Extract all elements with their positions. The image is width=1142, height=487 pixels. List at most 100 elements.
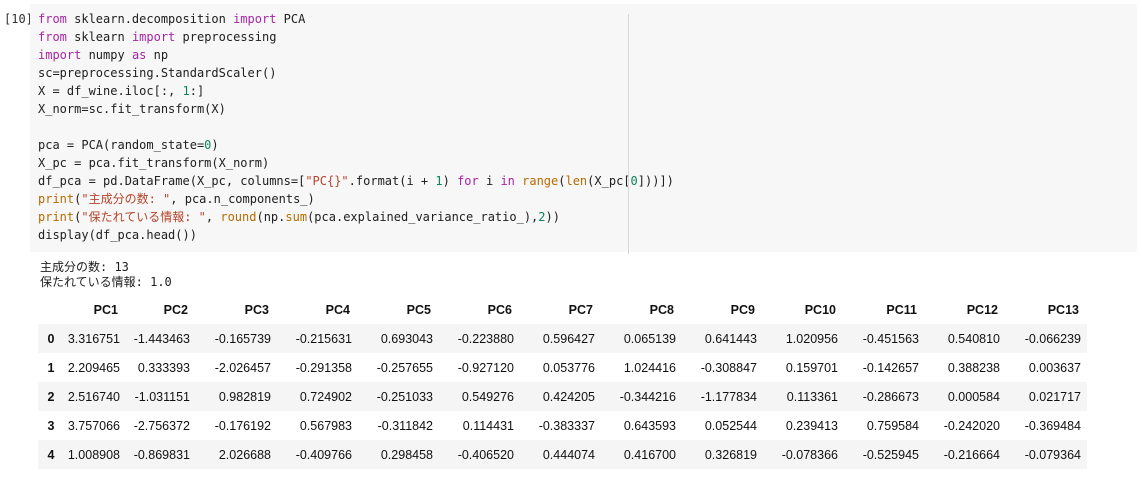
code-token: .format(i + xyxy=(348,174,436,188)
output-line: 主成分の数: 13 xyxy=(40,260,129,274)
code-line: pca = PCA(random_state=0) xyxy=(38,136,674,154)
table-cell: -0.251033 xyxy=(376,389,433,404)
table-cell: 0.333393 xyxy=(137,360,190,375)
code-token: "主成分の数: " xyxy=(81,192,171,206)
table-cell: 2.209465 xyxy=(67,360,120,375)
code-token: len xyxy=(565,174,588,188)
code-token: ) xyxy=(442,174,458,188)
table-cell: 0.021717 xyxy=(1028,389,1081,404)
code-token: sc=preprocessing.StandardScaler() xyxy=(38,66,277,80)
cell-prompt: [10] xyxy=(4,12,33,26)
table-cell: 0.052544 xyxy=(704,418,757,433)
code-line: X = df_wine.iloc[:, 1:] xyxy=(38,82,674,100)
table-cell: -0.927120 xyxy=(457,360,514,375)
code-token: print xyxy=(38,210,75,224)
code-token: round xyxy=(220,210,257,224)
table-header-row: PC1 PC2 PC3 PC4 PC5 PC6 PC7 PC8 PC9 PC10 PC11 PC12 P… xyxy=(38,295,1087,324)
code-token: 0 xyxy=(630,174,638,188)
table-cell: 0.424205 xyxy=(542,389,595,404)
table-row: 2 2.516740 -1.031151 0.982819 0.724902 -0.251… xyxy=(38,382,1087,411)
table-cell: 1.024416 xyxy=(623,360,676,375)
table-cell: 0.540810 xyxy=(947,331,1000,346)
table-cell: -0.291358 xyxy=(295,360,352,375)
table-cell: 0.549276 xyxy=(461,389,514,404)
table-cell: -2.026457 xyxy=(214,360,271,375)
code-token: "PC{}" xyxy=(305,174,349,188)
table-cell: -0.525945 xyxy=(862,447,919,462)
table-cell: -2.756372 xyxy=(133,418,190,433)
table-row: 1 2.209465 0.333393 -2.026457 -0.291358 -0.25… xyxy=(38,353,1087,382)
code-token: (np. xyxy=(256,210,286,224)
table-cell: -0.344216 xyxy=(619,389,676,404)
code-token: df_pca = pd.DataFrame(X_pc, columns=[ xyxy=(38,174,306,188)
code-line: display(df_pca.head()) xyxy=(38,226,674,244)
table-cell: 0.643593 xyxy=(623,418,676,433)
table-cell: 0.759584 xyxy=(866,418,919,433)
index-header xyxy=(38,295,64,324)
table-cell: -0.409766 xyxy=(295,447,352,462)
column-header: PC6 xyxy=(487,302,512,317)
table-cell: 3.316751 xyxy=(67,331,120,346)
table-cell: 0.003637 xyxy=(1028,360,1081,375)
code-token: i xyxy=(478,174,501,188)
table-cell: 1.020956 xyxy=(785,331,838,346)
code-token: :] xyxy=(189,84,205,98)
code-line: print("保たれている情報: ", round(np.sum(pca.exp… xyxy=(38,208,674,226)
code-token: (X_pc[ xyxy=(587,174,631,188)
table-cell: -0.383337 xyxy=(538,418,595,433)
code-editor[interactable]: from sklearn.decomposition import PCA fro… xyxy=(30,4,1137,254)
table-cell: -0.308847 xyxy=(700,360,757,375)
column-header: PC3 xyxy=(244,302,269,317)
table-cell: -0.451563 xyxy=(862,331,919,346)
column-header: PC7 xyxy=(568,302,593,317)
code-token: X = df_wine.iloc[:, xyxy=(38,84,183,98)
column-header: PC10 xyxy=(804,302,836,317)
table-cell: -0.242020 xyxy=(943,418,1000,433)
table-row: 4 1.008908 -0.869831 2.026688 -0.409766 0.298… xyxy=(38,440,1087,469)
table-cell: -0.078366 xyxy=(781,447,838,462)
code-line: from sklearn import preprocessing xyxy=(38,28,674,46)
column-header: PC2 xyxy=(163,302,188,317)
column-header: PC12 xyxy=(966,302,998,317)
table-cell: -0.286673 xyxy=(862,389,919,404)
column-header: PC9 xyxy=(730,302,755,317)
table-cell: -0.176192 xyxy=(214,418,271,433)
table-cell: -0.216664 xyxy=(943,447,1000,462)
table-cell: -0.223880 xyxy=(457,331,514,346)
table-cell: -0.079364 xyxy=(1024,447,1081,462)
table-cell: -0.165739 xyxy=(214,331,271,346)
table-cell: -0.869831 xyxy=(133,447,190,462)
column-header: PC13 xyxy=(1047,302,1079,317)
code-line: X_norm=sc.fit_transform(X) xyxy=(38,100,674,118)
row-index: 3 xyxy=(47,418,55,433)
row-index: 1 xyxy=(47,360,55,375)
table-cell: 0.444074 xyxy=(542,447,595,462)
code-token: ) xyxy=(211,138,219,152)
table-cell: -0.142657 xyxy=(862,360,919,375)
code-line: import numpy as np xyxy=(38,46,674,64)
code-token: 1 xyxy=(182,84,190,98)
table-cell: 0.113361 xyxy=(786,389,838,404)
table-cell: 2.026688 xyxy=(218,447,271,462)
table-cell: -0.215631 xyxy=(295,331,352,346)
table-cell: 0.298458 xyxy=(380,447,433,462)
column-header: PC1 xyxy=(93,302,118,317)
table-cell: -1.031151 xyxy=(134,389,190,404)
row-index: 2 xyxy=(47,389,55,404)
table-cell: 3.757066 xyxy=(67,418,120,433)
code-token: , xyxy=(205,210,221,224)
table-cell: -0.369484 xyxy=(1024,418,1081,433)
table-cell: 0.159701 xyxy=(785,360,838,375)
code-token: (pca.explained_variance_ratio_), xyxy=(307,210,539,224)
code-token: PCA xyxy=(276,12,306,26)
table-cell: 1.008908 xyxy=(67,447,120,462)
table-cell: 0.065139 xyxy=(623,331,676,346)
row-index: 4 xyxy=(47,447,55,462)
column-header: PC5 xyxy=(406,302,431,317)
code-token: range xyxy=(522,174,559,188)
code-line: sc=preprocessing.StandardScaler() xyxy=(38,64,674,82)
dataframe-table: PC1 PC2 PC3 PC4 PC5 PC6 PC7 PC8 PC9 PC10 PC11 PC12 P… xyxy=(38,295,1087,469)
code-text[interactable]: from sklearn.decomposition import PCA fro… xyxy=(38,10,674,244)
table-cell: -1.177834 xyxy=(700,389,757,404)
